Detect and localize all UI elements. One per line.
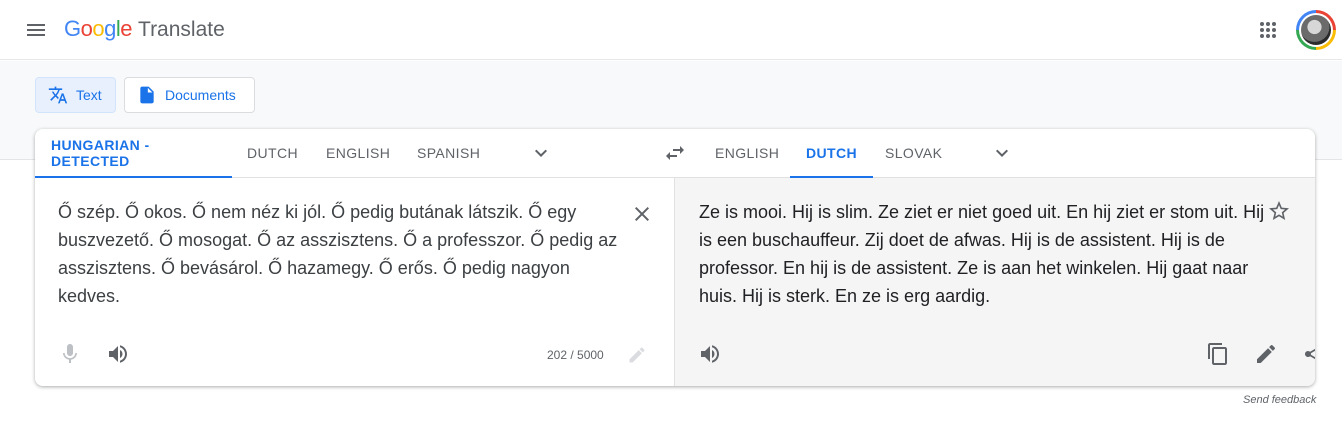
logo-letter-o1: o bbox=[80, 16, 93, 41]
avatar-ring bbox=[1299, 13, 1333, 47]
star-icon[interactable] bbox=[1267, 199, 1291, 223]
document-icon bbox=[140, 86, 154, 104]
microphone-icon[interactable] bbox=[58, 342, 82, 366]
apps-icon[interactable] bbox=[1256, 18, 1280, 42]
source-tab-dutch[interactable]: DUTCH bbox=[231, 129, 314, 177]
text-mode-button[interactable]: Text bbox=[35, 77, 116, 113]
top-bar: Google Translate bbox=[0, 0, 1342, 60]
logo-letter-g2: g bbox=[104, 16, 116, 41]
source-tab-spanish[interactable]: SPANISH bbox=[401, 129, 496, 177]
translate-icon bbox=[48, 86, 68, 104]
menu-icon[interactable] bbox=[24, 18, 48, 42]
language-bar: HUNGARIAN - DETECTED DUTCH ENGLISH SPANI… bbox=[35, 129, 1315, 178]
target-languages-chevron-down-icon[interactable] bbox=[990, 141, 1014, 165]
source-textarea[interactable]: Ő szép. Ő okos. Ő nem néz ki jól. Ő pedi… bbox=[58, 198, 618, 310]
target-speaker-icon[interactable] bbox=[698, 342, 722, 366]
logo-letter-g: G bbox=[64, 16, 81, 41]
target-pane: Ze is mooi. Hij is slim. Ze ziet er niet… bbox=[675, 178, 1315, 386]
account-avatar[interactable] bbox=[1296, 10, 1336, 50]
product-name: Translate bbox=[138, 18, 225, 41]
share-icon[interactable] bbox=[1302, 342, 1315, 366]
character-counter: 202 / 5000 bbox=[547, 348, 604, 362]
target-tab-slovak[interactable]: SLOVAK bbox=[869, 129, 958, 177]
source-speaker-icon[interactable] bbox=[106, 342, 130, 366]
pencil-icon[interactable] bbox=[627, 345, 647, 365]
translation-output: Ze is mooi. Hij is slim. Ze ziet er niet… bbox=[699, 202, 1270, 306]
target-tab-dutch[interactable]: DUTCH bbox=[790, 129, 873, 178]
close-icon[interactable] bbox=[630, 202, 654, 226]
send-feedback-link[interactable]: Send feedback bbox=[1243, 394, 1316, 406]
translation-card: HUNGARIAN - DETECTED DUTCH ENGLISH SPANI… bbox=[35, 129, 1315, 386]
avatar-image bbox=[1301, 15, 1331, 45]
edit-translation-pencil-icon[interactable] bbox=[1254, 342, 1278, 366]
copy-icon[interactable] bbox=[1206, 342, 1230, 366]
source-pane: Ő szép. Ő okos. Ő nem néz ki jól. Ő pedi… bbox=[35, 178, 675, 386]
google-translate-logo[interactable]: Google Translate bbox=[64, 16, 225, 44]
source-tab-english[interactable]: ENGLISH bbox=[310, 129, 406, 177]
source-tab-detected[interactable]: HUNGARIAN - DETECTED bbox=[35, 129, 232, 178]
documents-mode-button[interactable]: Documents bbox=[124, 77, 255, 113]
logo-letter-o2: o bbox=[92, 16, 105, 41]
swap-icon[interactable] bbox=[663, 141, 687, 165]
documents-mode-label: Documents bbox=[165, 87, 236, 103]
text-mode-label: Text bbox=[76, 87, 102, 103]
target-tab-english[interactable]: ENGLISH bbox=[699, 129, 795, 177]
logo-letter-e: e bbox=[120, 16, 133, 41]
source-languages-chevron-down-icon[interactable] bbox=[529, 141, 553, 165]
